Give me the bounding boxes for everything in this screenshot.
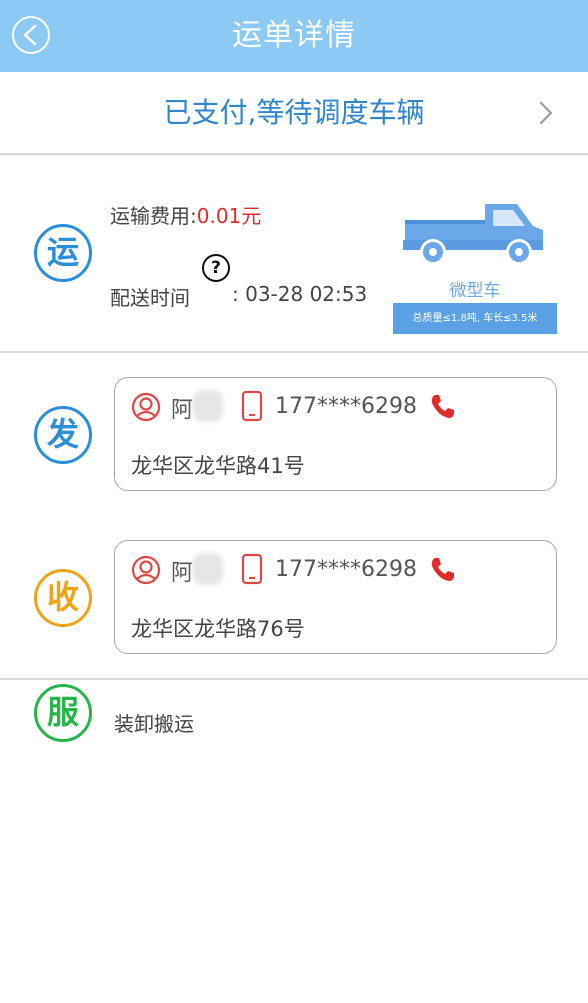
delivery-time-value: : 03-28 02:53 — [232, 282, 368, 306]
sender-card: 阿 177****6298 龙华区龙华路41号 — [114, 377, 557, 491]
vehicle-type: 微型车 — [449, 281, 501, 301]
call-icon[interactable] — [428, 555, 456, 583]
mobile-phone-icon — [241, 553, 263, 585]
vehicle-card[interactable]: 微型车 总质量≤1.8吨, 车长≤3.5米 — [393, 200, 557, 334]
receiver-phone: 177****6298 — [275, 557, 417, 582]
redacted-name — [193, 553, 223, 585]
fee-value: 0.01元 — [196, 204, 262, 228]
sender-name: 阿 — [171, 398, 194, 423]
truck-icon — [403, 204, 543, 265]
order-status-text: 已支付,等待调度车辆 — [163, 96, 425, 129]
order-status-row[interactable]: 已支付,等待调度车辆 — [0, 74, 588, 152]
call-icon[interactable] — [428, 392, 456, 420]
sender-address: 龙华区龙华路41号 — [131, 454, 305, 478]
fee-label: 运输费用: — [110, 204, 197, 228]
divider — [0, 351, 588, 353]
page-title: 运单详情 — [232, 18, 356, 53]
divider — [0, 678, 588, 680]
sender-phone: 177****6298 — [275, 394, 417, 419]
vehicle-spec: 总质量≤1.8吨, 车长≤3.5米 — [393, 303, 557, 334]
delivery-time-label: 配送时间 — [110, 286, 190, 310]
receiver-name: 阿 — [171, 561, 194, 586]
help-icon[interactable]: ? — [202, 254, 230, 282]
transport-badge: 运 — [34, 224, 92, 282]
mobile-phone-icon — [241, 390, 263, 422]
fee-row: 运输费用:0.01元 — [110, 200, 261, 229]
receiver-card: 阿 177****6298 龙华区龙华路76号 — [114, 540, 557, 654]
chevron-right-icon — [539, 101, 553, 125]
divider — [0, 153, 588, 155]
redacted-name — [193, 390, 223, 422]
receiver-badge: 收 — [34, 569, 92, 627]
person-icon — [131, 555, 161, 585]
app-header: 运单详情 — [0, 0, 588, 72]
service-text: 装卸搬运 — [114, 712, 194, 736]
receiver-address: 龙华区龙华路76号 — [131, 617, 305, 641]
sender-badge: 发 — [34, 406, 92, 464]
service-badge: 服 — [34, 684, 92, 742]
person-icon — [131, 392, 161, 422]
